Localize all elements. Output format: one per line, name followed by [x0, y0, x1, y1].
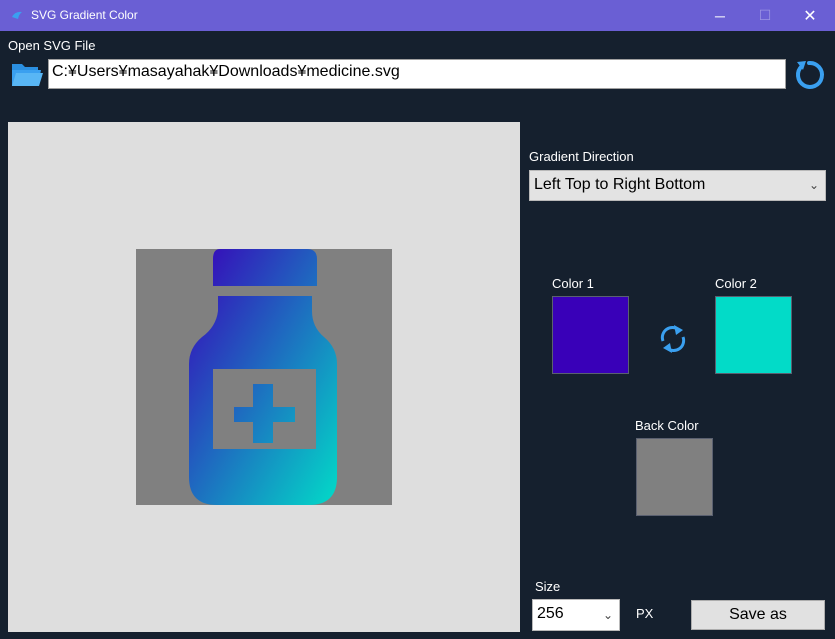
size-unit-label: PX	[636, 606, 654, 621]
color1-label: Color 1	[552, 276, 594, 291]
app-icon	[12, 11, 22, 19]
medicine-bottle-icon	[189, 249, 337, 505]
chevron-down-icon: ⌄	[808, 178, 819, 192]
color2-label: Color 2	[715, 276, 757, 291]
svg-preview	[136, 249, 392, 505]
refresh-icon	[796, 60, 824, 89]
size-value: 256	[537, 605, 564, 622]
color1-swatch[interactable]	[552, 296, 629, 374]
title-bar: SVG Gradient Color ─ ☐ ✕	[0, 0, 835, 31]
color2-swatch[interactable]	[715, 296, 792, 374]
size-label: Size	[535, 579, 561, 594]
gradient-direction-value: Left Top to Right Bottom	[534, 176, 706, 193]
preview-panel	[8, 122, 520, 632]
save-as-button[interactable]: Save as	[691, 600, 825, 630]
swap-colors-button[interactable]	[657, 321, 689, 357]
window-title: SVG Gradient Color	[31, 8, 138, 22]
swap-arrows-icon	[660, 325, 686, 353]
gradient-direction-label: Gradient Direction	[529, 149, 634, 164]
close-button[interactable]: ✕	[787, 0, 833, 31]
back-color-label: Back Color	[635, 418, 699, 433]
file-path-input[interactable]: C:¥Users¥masayahak¥Downloads¥medicine.sv…	[48, 59, 786, 89]
maximize-button[interactable]: ☐	[742, 0, 788, 31]
open-file-button[interactable]	[10, 60, 44, 88]
gradient-direction-select[interactable]: Left Top to Right Bottom ⌄	[529, 170, 826, 201]
folder-open-icon	[12, 64, 43, 86]
size-select[interactable]: 256 ⌄	[532, 599, 620, 631]
reload-button[interactable]	[792, 58, 826, 92]
open-file-label: Open SVG File	[8, 38, 96, 53]
chevron-down-icon: ⌄	[602, 608, 613, 622]
back-color-swatch[interactable]	[636, 438, 713, 516]
minimize-button[interactable]: ─	[697, 0, 743, 31]
